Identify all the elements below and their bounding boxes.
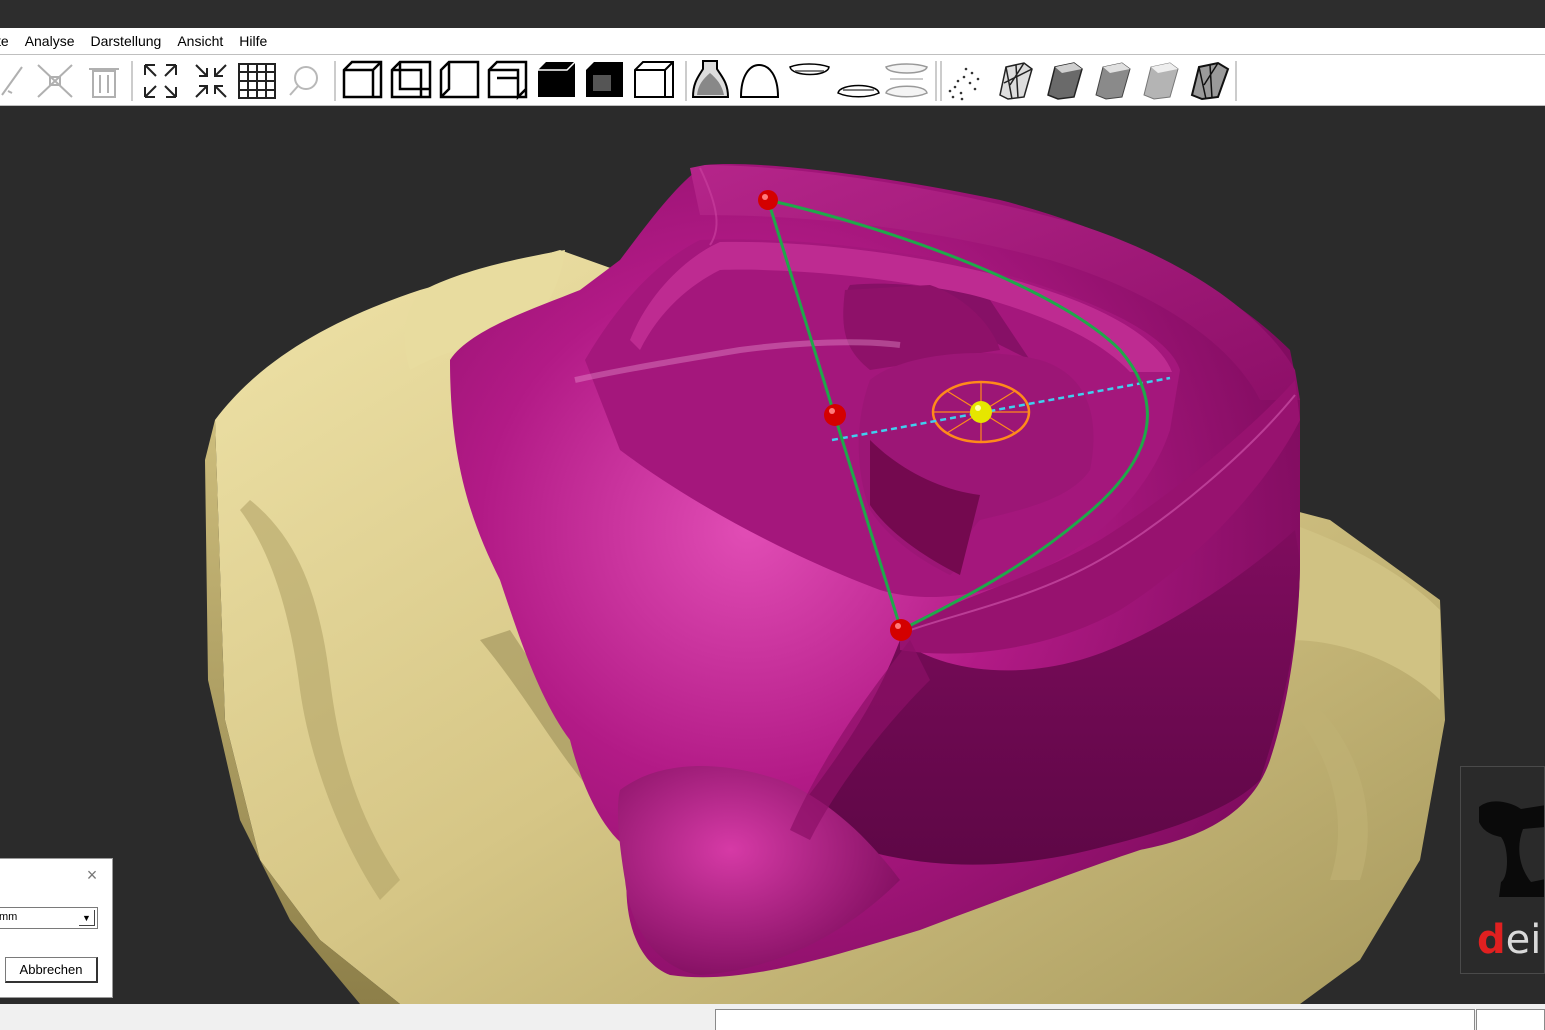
unit-select[interactable]: mm ▼ (0, 907, 98, 929)
units-dialog: × mm ▼ Abbrechen (0, 858, 113, 998)
close-icon[interactable]: × (84, 866, 100, 884)
view-left-icon[interactable] (439, 60, 480, 99)
logo-text: dei e (1477, 917, 1544, 963)
grid-icon[interactable] (238, 63, 276, 99)
upper-jaw-icon[interactable] (789, 63, 830, 76)
lower-jaw-icon[interactable] (837, 84, 880, 98)
mesh-model-icon[interactable] (999, 62, 1033, 100)
menu-item-hilfe[interactable]: Hilfe (231, 33, 275, 49)
menu-item-ansicht[interactable]: Ansicht (169, 33, 231, 49)
center-point[interactable] (970, 401, 992, 423)
logo-mark-icon (1479, 801, 1544, 897)
view-back-icon[interactable] (390, 60, 432, 99)
menu-item-analyse[interactable]: Analyse (17, 33, 83, 49)
view-top-icon[interactable] (538, 61, 576, 97)
menu-item-partial[interactable]: te (0, 33, 17, 49)
point-cloud-icon[interactable] (948, 67, 980, 101)
magnifier-icon[interactable] (289, 66, 318, 96)
chevron-down-icon[interactable]: ▼ (79, 910, 95, 926)
unit-select-value: mm (0, 911, 18, 923)
control-point-bottom[interactable] (890, 619, 912, 641)
crown-outline-icon[interactable] (739, 63, 780, 98)
view-front-icon[interactable] (342, 60, 383, 99)
model-shaded-3-icon[interactable] (1143, 62, 1179, 100)
status-field-main (715, 1009, 1475, 1030)
status-field-secondary (1476, 1009, 1545, 1030)
control-point-middle[interactable] (824, 404, 846, 426)
measure-delete-icon[interactable] (37, 64, 73, 98)
die-icon[interactable] (691, 60, 730, 98)
control-point-top[interactable] (758, 190, 778, 210)
cancel-button[interactable]: Abbrechen (5, 957, 98, 983)
view-right-icon[interactable] (487, 60, 528, 101)
toolbar (0, 54, 1545, 106)
trash-icon[interactable] (89, 68, 119, 98)
menu-item-darstellung[interactable]: Darstellung (83, 33, 170, 49)
menu-bar: te Analyse Darstellung Ansicht Hilfe (0, 28, 1545, 54)
view-iso-icon[interactable] (634, 61, 674, 98)
model-shaded-1-icon[interactable] (1047, 62, 1083, 100)
view-bottom-icon[interactable] (586, 62, 623, 97)
logo: dei e (1460, 766, 1545, 974)
zoom-shrink-icon[interactable] (195, 64, 227, 98)
measure-icon[interactable] (1, 66, 23, 96)
bite-icon[interactable] (885, 63, 928, 98)
zoom-expand-icon[interactable] (144, 64, 177, 98)
3d-viewport[interactable]: dei e (0, 106, 1545, 1004)
model-wire-icon[interactable] (1190, 61, 1230, 101)
model-shaded-2-icon[interactable] (1095, 62, 1131, 100)
status-bar (0, 1004, 1545, 1030)
title-bar (0, 0, 1545, 28)
